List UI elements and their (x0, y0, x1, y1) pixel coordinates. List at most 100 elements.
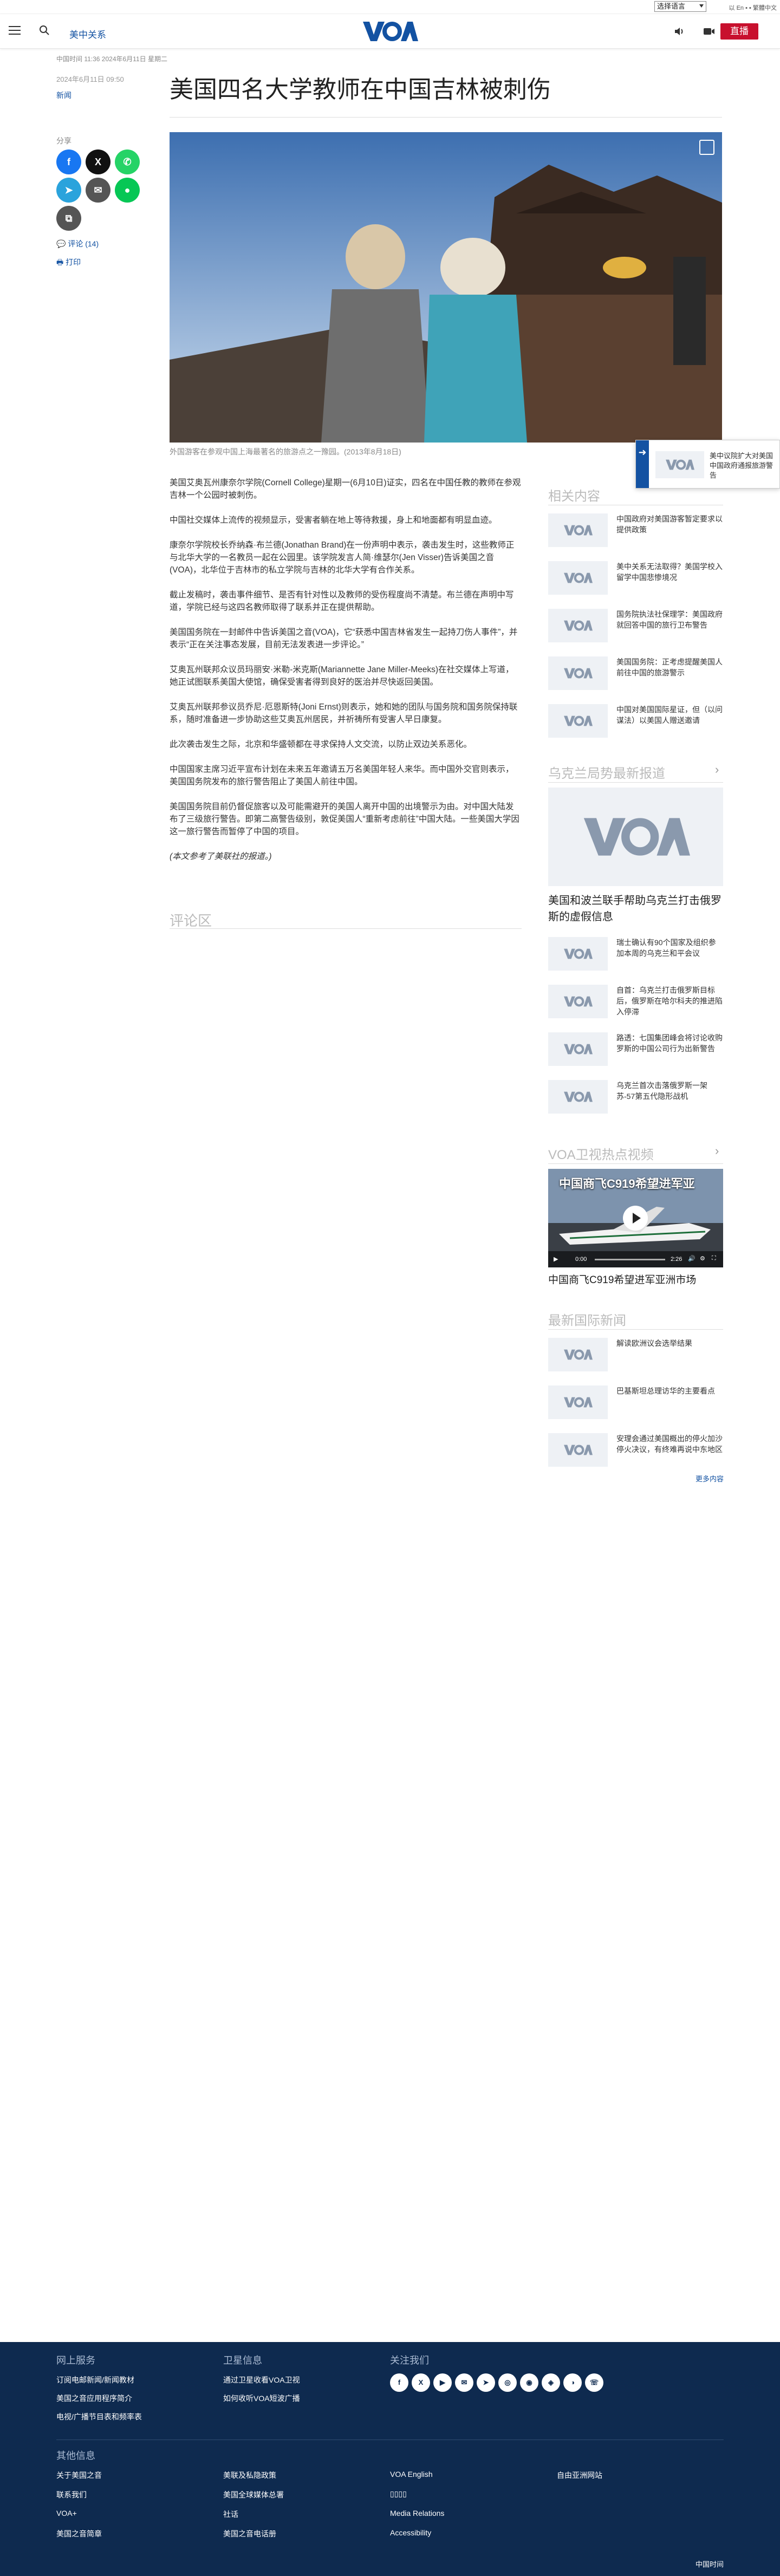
footer-link[interactable]: 关于美国之音 (56, 2470, 102, 2481)
video-icon[interactable] (703, 26, 715, 37)
footer-link[interactable]: 通过卫星收看VOA卫视 (223, 2375, 300, 2385)
related-item[interactable]: 中国政府对美国游客暂定要求以提供政策 (548, 513, 723, 547)
footer-link[interactable]: VOA English (390, 2470, 433, 2479)
footer-link[interactable]: 美国全球媒体总署 (223, 2489, 284, 2500)
social-icon[interactable]: ✉ (455, 2373, 473, 2392)
social-icon[interactable]: ➤ (477, 2373, 495, 2392)
comments-link[interactable]: 💬 评论 (14) (56, 238, 99, 249)
news-item[interactable]: 巴基斯坦总理访华的主要看点 (548, 1385, 723, 1419)
footer-link[interactable]: ▯▯▯▯ (390, 2489, 407, 2499)
related-item[interactable]: 中国对美国国际星证，但（以问谋法）以美国人赠送邀请 (548, 704, 723, 738)
video-caption[interactable]: 中国商飞C919希望进军亚洲市场 (548, 1272, 696, 1286)
ukraine-heading[interactable]: 乌克兰局势最新报道 (548, 763, 665, 782)
x-share-button[interactable]: X (86, 149, 110, 174)
footer-link[interactable]: 订阅电邮新闻/新闻教材 (56, 2375, 134, 2385)
related-item-title: 美国国务院：正考虑提醒美国人前往中国的旅游警示 (616, 658, 723, 677)
voa-logo (564, 668, 593, 679)
footer-link[interactable]: Media Relations (390, 2509, 444, 2518)
email-share-button[interactable]: ✉ (86, 178, 110, 203)
voa-logo (583, 818, 690, 856)
line-share-button[interactable]: ● (115, 178, 140, 203)
timestamp-line: 中国时间 11:36 2024年6月11日 星期二 (56, 55, 167, 63)
video-current-time: 0:00 (575, 1256, 587, 1263)
satellite-heading: 卫星信息 (223, 2355, 262, 2366)
telegram-icon: ➤ (64, 184, 73, 196)
section-link[interactable]: 美中关系 (69, 27, 106, 41)
search-icon[interactable] (39, 25, 50, 36)
settings-icon[interactable]: ⚙ (700, 1255, 705, 1262)
publish-date: 2024年6月11日 09:50 (56, 75, 124, 83)
telegram-share-button[interactable]: ➤ (56, 178, 81, 203)
play-icon[interactable] (623, 1206, 648, 1231)
fullscreen-icon[interactable]: ⛶ (712, 1255, 716, 1262)
footer-link[interactable]: VOA+ (56, 2509, 77, 2518)
menu-icon[interactable] (9, 26, 21, 36)
social-icon[interactable]: X (412, 2373, 430, 2392)
other-info-heading: 其他信息 (56, 2450, 95, 2461)
social-icon[interactable]: ◈ (542, 2373, 560, 2392)
divider (170, 928, 522, 929)
video-player[interactable]: 中国商飞C919希望进军亚 ▶ 0:00 2:26 🔊 ⚙ ⛶ (548, 1169, 723, 1267)
chevron-right-icon[interactable]: › (715, 1144, 719, 1158)
ukraine-feature-image[interactable] (548, 788, 723, 886)
volume-icon[interactable]: 🔊 (688, 1255, 696, 1262)
hero-image (170, 132, 722, 443)
play-small-icon[interactable]: ▶ (554, 1256, 558, 1263)
video-progress-bar[interactable] (595, 1259, 665, 1260)
social-icon[interactable]: ▶ (433, 2373, 452, 2392)
footer-link[interactable]: 美国之音电话册 (223, 2528, 276, 2539)
social-icon[interactable]: f (390, 2373, 408, 2392)
ukraine-item-title: 路透：七国集团峰会将讨论收购罗斯的中国公司行为出新警告 (616, 1033, 723, 1053)
voa-logo (564, 1445, 593, 1455)
related-item[interactable]: 美中关系无法取得？美国学校入留学中国悲惨境况 (548, 561, 723, 595)
footer-link[interactable]: 电视/广播节目表和频率表 (56, 2411, 142, 2422)
social-icon[interactable]: ◑ (563, 2373, 582, 2392)
audio-icon[interactable] (674, 26, 685, 37)
voa-logo[interactable] (362, 19, 418, 43)
print-link[interactable]: 🖶 打印 (56, 257, 81, 270)
paragraph: 截止发稿时，袭击事件细节、是否有针对性以及教师的受伤程度尚不清楚。布兰德在声明中… (170, 590, 514, 612)
language-links[interactable]: 以 En ▪ ▪ 繁體中文 (729, 3, 777, 12)
footer-link[interactable]: Accessibility (390, 2528, 431, 2537)
footer-link[interactable]: 美国之音应用程序简介 (56, 2393, 132, 2404)
language-select[interactable]: 选择语言 (654, 1, 706, 12)
facebook-share-button[interactable]: f (56, 149, 81, 174)
arrow-right-icon[interactable]: ➜ (636, 440, 649, 488)
topic-link[interactable]: 新闻 (56, 90, 72, 101)
news-item[interactable]: 解读欧洲议会选举结果 (548, 1338, 723, 1371)
footer-link[interactable]: 美联及私隐政策 (223, 2470, 276, 2481)
live-button[interactable]: 直播 (720, 23, 758, 40)
news-item-title: 解读欧洲议会选举结果 (616, 1339, 692, 1348)
fullscreen-icon[interactable] (699, 140, 714, 155)
ukraine-item[interactable]: 瑞士确认有90个国家及组织参加本周的乌克兰和平会议 (548, 937, 723, 971)
ukraine-item-title: 自首：乌克兰打击俄罗斯目标后，俄罗斯在哈尔科夫的推进陷入停滞 (616, 986, 723, 1016)
social-icon[interactable]: ☏ (585, 2373, 603, 2392)
copy-link-button[interactable]: ⧉ (56, 206, 81, 231)
floating-related-popup[interactable]: ➜ 美中议院扩大对美国中国政府通报旅游警告 (635, 440, 780, 489)
thumbnail (548, 513, 608, 547)
ukraine-item[interactable]: 路透：七国集团峰会将讨论收购罗斯的中国公司行为出新警告 (548, 1032, 723, 1066)
ukraine-feature-title[interactable]: 美国和波兰联手帮助乌克兰打击俄罗斯的虚假信息 (548, 893, 723, 925)
site-header: 美中关系 直播 (0, 14, 780, 49)
divider (548, 1163, 723, 1164)
paragraph: 美国国务院在一封邮件中告诉美国之音(VOA)，它“获悉中国吉林省发生一起持刀伤人… (170, 628, 518, 649)
footer-link[interactable]: 社话 (223, 2509, 238, 2520)
related-item[interactable]: 国务院执法社保理学：美国政府就回答中国的旅行卫布警告 (548, 609, 723, 642)
social-icon[interactable]: ◉ (520, 2373, 538, 2392)
footer-link[interactable]: 如何收听VOA短波广播 (223, 2393, 300, 2404)
more-content-link[interactable]: 更多内容 (696, 1473, 724, 1484)
footer-link[interactable]: 自由亚洲网站 (557, 2470, 602, 2481)
related-item[interactable]: 美国国务院：正考虑提醒美国人前往中国的旅游警示 (548, 656, 723, 690)
news-item[interactable]: 安理会通过美国概出的停火加沙停火决议，有终难再说中东地区 (548, 1433, 723, 1467)
article-title: 美国四名大学教师在中国吉林被刺伤 (170, 76, 551, 103)
chevron-right-icon[interactable]: › (715, 763, 719, 777)
ukraine-item[interactable]: 自首：乌克兰打击俄罗斯目标后，俄罗斯在哈尔科夫的推进陷入停滞 (548, 985, 723, 1018)
social-icon[interactable]: ◎ (498, 2373, 517, 2392)
footer-link[interactable]: 联系我们 (56, 2489, 87, 2500)
video-heading[interactable]: VOA卫视热点视频 (548, 1144, 654, 1163)
whatsapp-share-button[interactable]: ✆ (115, 149, 140, 174)
ukraine-item[interactable]: 乌克兰首次击落俄罗斯一架苏-57第五代隐形战机 (548, 1080, 723, 1114)
footer-link[interactable]: 美国之音简章 (56, 2528, 102, 2539)
popup-thumbnail (655, 451, 704, 478)
hero-photo (170, 132, 722, 443)
